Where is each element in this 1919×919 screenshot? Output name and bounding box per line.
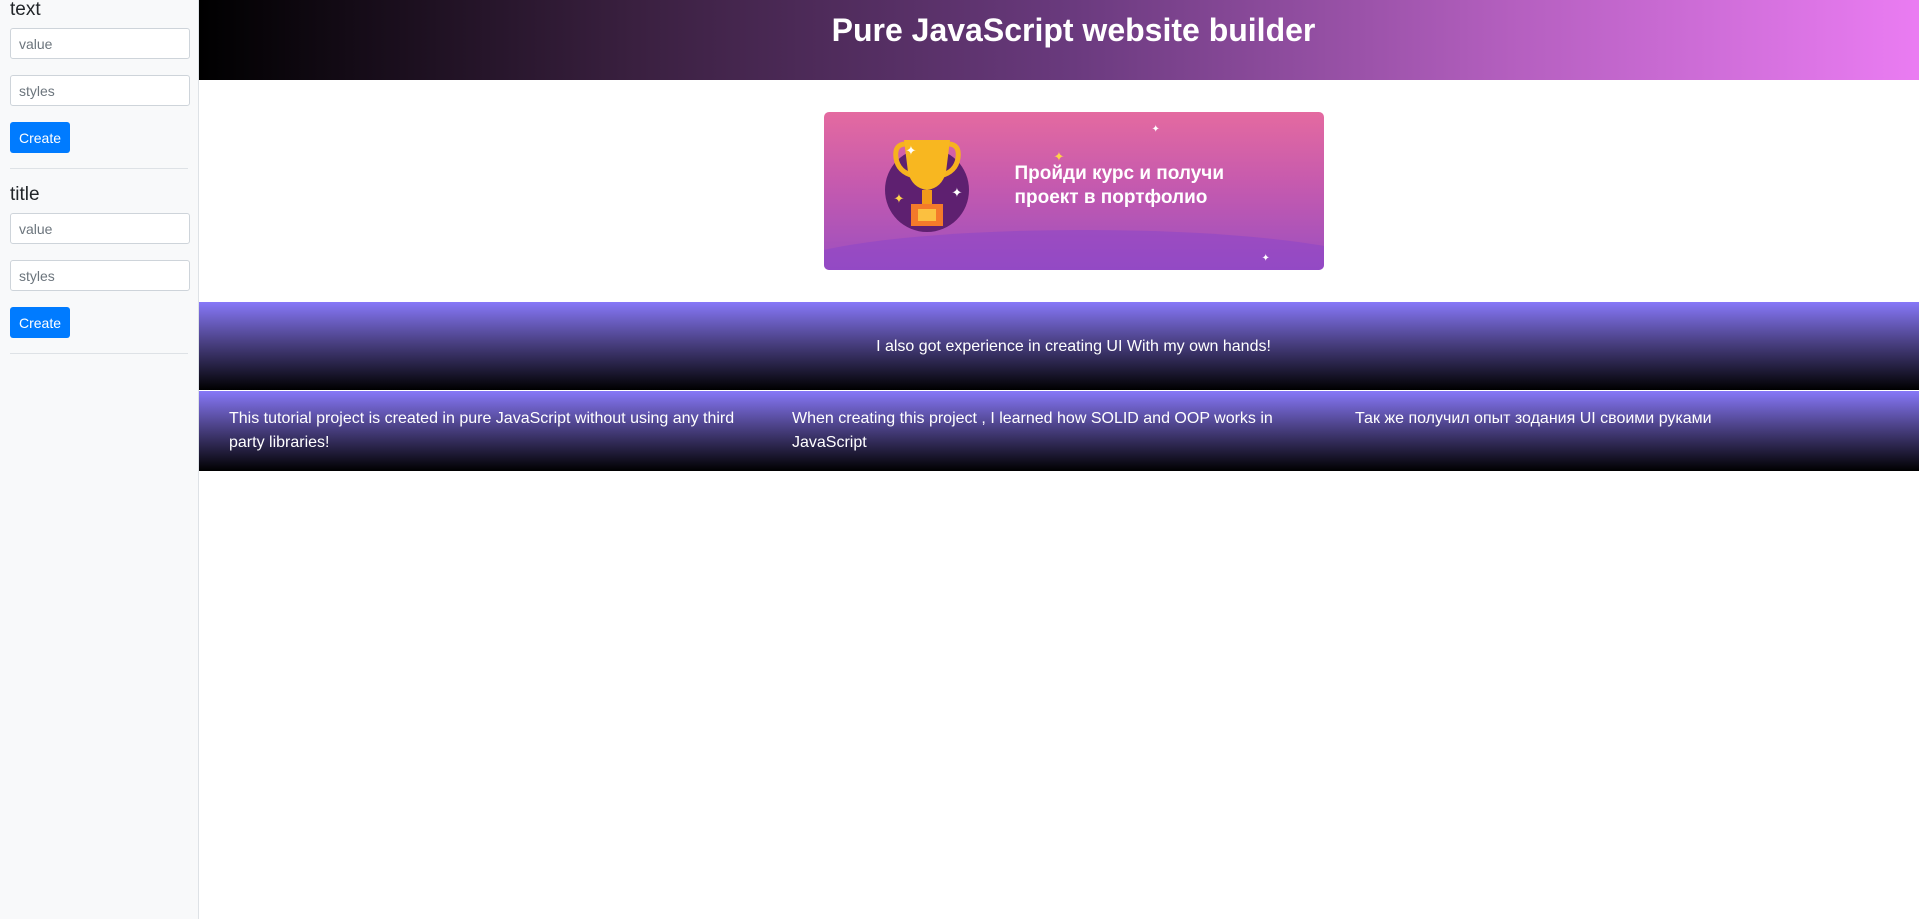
course-banner-image: ✦ ✦ ✦ ✦ ✦ ✦ Пройди курс и получи проект …	[823, 112, 1324, 270]
app-root: text Create title Create Pure JavaScript…	[0, 0, 1919, 919]
sidebar: text Create title Create	[0, 0, 199, 919]
text-create-button[interactable]: Create	[10, 122, 71, 153]
sparkle-icon: ✦	[1151, 124, 1160, 135]
image-section: ✦ ✦ ✦ ✦ ✦ ✦ Пройди курс и получи проект …	[199, 80, 1919, 302]
sparkle-icon: ✦	[893, 191, 905, 206]
text-block-heading: text	[10, 0, 41, 20]
column-item: When creating this project , I learned h…	[792, 410, 1273, 451]
banner-line-1: Пройди курс и получи	[1014, 163, 1225, 184]
banner-text: Пройди курс и получи проект в портфолио	[1015, 162, 1275, 210]
sparkle-icon: ✦	[905, 143, 917, 158]
text-styles-input[interactable]	[10, 75, 190, 106]
text-section: I also got experience in creating UI Wit…	[199, 302, 1919, 390]
strip-text: I also got experience in creating UI Wit…	[876, 338, 1271, 355]
banner-wave	[823, 230, 1324, 270]
title-block-heading: title	[10, 184, 40, 205]
text-block-form: text Create	[10, 0, 190, 169]
title-create-button[interactable]: Create	[10, 307, 71, 338]
column-item: This tutorial project is created in pure…	[229, 410, 735, 451]
text-value-input[interactable]	[10, 28, 190, 59]
page-title: Pure JavaScript website builder	[831, 12, 1316, 48]
sparkle-icon: ✦	[1261, 253, 1270, 264]
trophy-icon	[892, 140, 961, 226]
title-styles-input[interactable]	[10, 260, 190, 291]
title-section: Pure JavaScript website builder	[199, 0, 1919, 80]
columns-section: This tutorial project is created in pure…	[199, 391, 1919, 471]
banner-line-2: проект в портфолио	[1014, 187, 1208, 208]
title-block-form: title Create	[10, 169, 190, 354]
column-item: Так же получил опыт зодания UI своими ру…	[1355, 410, 1712, 427]
site-preview: Pure JavaScript website builder ✦ ✦ ✦ ✦	[199, 0, 1919, 919]
title-value-input[interactable]	[10, 213, 190, 244]
sparkle-icon: ✦	[951, 185, 963, 200]
